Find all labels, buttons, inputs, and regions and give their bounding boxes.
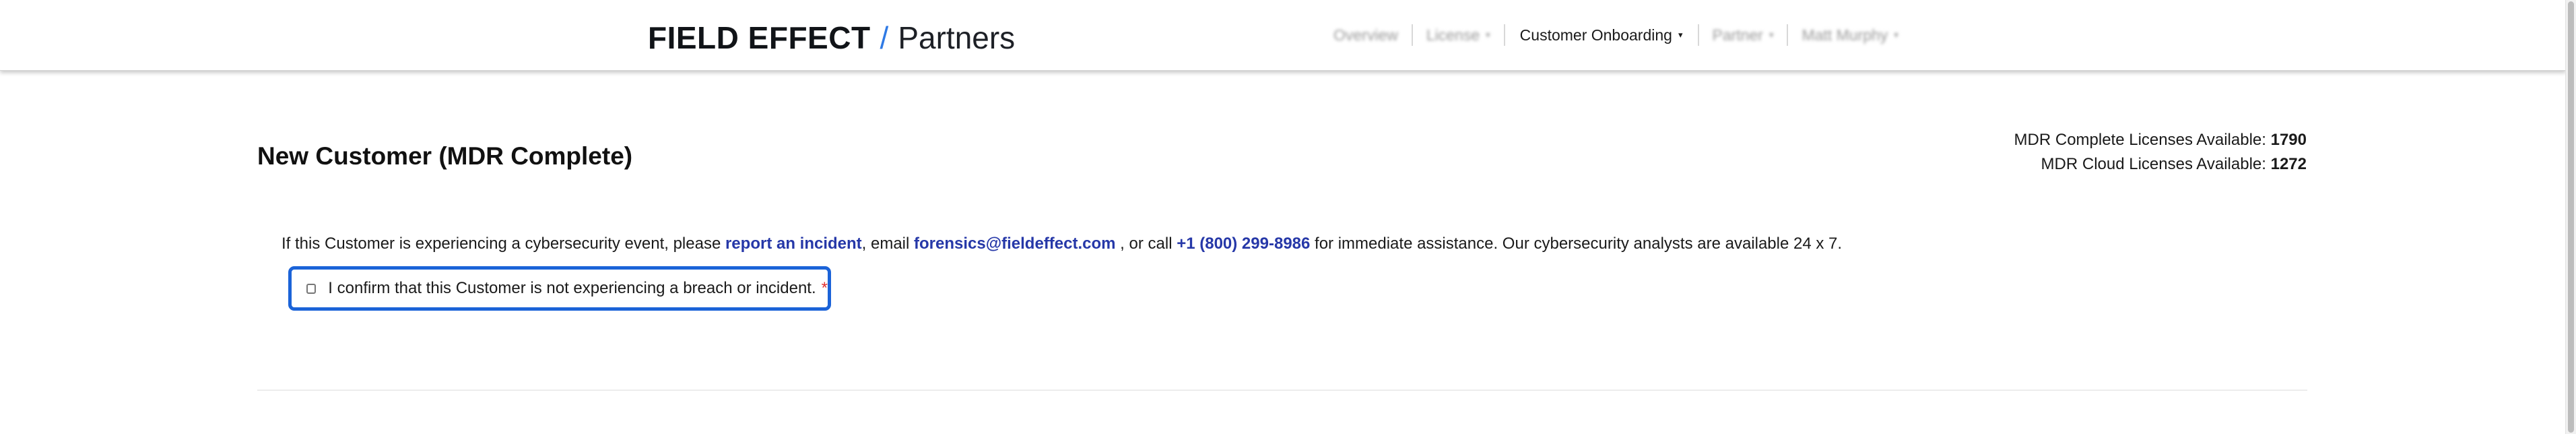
page: FIELD EFFECT / Partners Overview License…: [0, 0, 2576, 434]
caret-down-icon: ▾: [1678, 30, 1683, 40]
scrollbar-thumb[interactable]: [2568, 1, 2574, 433]
mdr-complete-count: 1790: [2270, 131, 2307, 149]
top-navbar: FIELD EFFECT / Partners Overview License…: [0, 0, 2566, 71]
nav-item-partner[interactable]: Partner ▾: [1699, 20, 1787, 50]
brand-name: FIELD EFFECT: [648, 20, 871, 55]
nav-item-label: Matt Murphy: [1802, 26, 1888, 44]
mdr-cloud-count: 1272: [2270, 155, 2307, 173]
required-marker: *: [821, 279, 828, 297]
mdr-cloud-licenses: MDR Cloud Licenses Available: 1272: [2014, 152, 2307, 177]
incident-notice: If this Customer is experiencing a cyber…: [282, 232, 1842, 256]
main-nav: Overview License ▾ Customer Onboarding ▾…: [1320, 20, 1912, 50]
report-incident-link[interactable]: report an incident: [725, 235, 862, 253]
section-divider: [257, 390, 2307, 391]
notice-text: for immediate assistance. Our cybersecur…: [1310, 235, 1843, 253]
notice-text: If this Customer is experiencing a cyber…: [282, 235, 725, 253]
nav-item-label: Overview: [1333, 26, 1398, 44]
confirm-no-breach-label: I confirm that this Customer is not expe…: [328, 279, 816, 297]
phone-link[interactable]: +1 (800) 299-8986: [1177, 235, 1310, 253]
caret-down-icon: ▾: [1769, 30, 1774, 40]
mdr-cloud-label: MDR Cloud Licenses Available:: [2041, 155, 2266, 173]
caret-down-icon: ▾: [1486, 30, 1490, 40]
nav-item-label: License: [1426, 26, 1480, 44]
license-counts: MDR Complete Licenses Available: 1790 MD…: [2014, 128, 2307, 177]
notice-text: , or call: [1115, 235, 1177, 253]
nav-item-user-menu[interactable]: Matt Murphy ▾: [1788, 20, 1911, 50]
nav-item-license[interactable]: License ▾: [1413, 20, 1504, 50]
notice-text: , email: [861, 235, 915, 253]
mdr-complete-label: MDR Complete Licenses Available:: [2014, 131, 2266, 149]
vertical-scrollbar[interactable]: [2565, 0, 2576, 434]
caret-down-icon: ▾: [1894, 30, 1898, 40]
confirm-no-breach-field[interactable]: I confirm that this Customer is not expe…: [288, 266, 831, 311]
nav-item-label: Partner: [1712, 26, 1763, 44]
nav-item-overview[interactable]: Overview: [1320, 20, 1412, 50]
nav-item-customer-onboarding[interactable]: Customer Onboarding ▾: [1505, 20, 1698, 50]
brand-slash: /: [880, 20, 889, 55]
brand-subtitle: Partners: [898, 20, 1016, 55]
nav-item-label: Customer Onboarding: [1519, 26, 1672, 44]
forensics-email-link[interactable]: forensics@fieldeffect.com: [914, 235, 1115, 253]
page-title: New Customer (MDR Complete): [257, 142, 633, 170]
mdr-complete-licenses: MDR Complete Licenses Available: 1790: [2014, 128, 2307, 152]
confirm-no-breach-checkbox[interactable]: [306, 283, 317, 294]
brand-logo[interactable]: FIELD EFFECT / Partners: [648, 18, 1015, 58]
